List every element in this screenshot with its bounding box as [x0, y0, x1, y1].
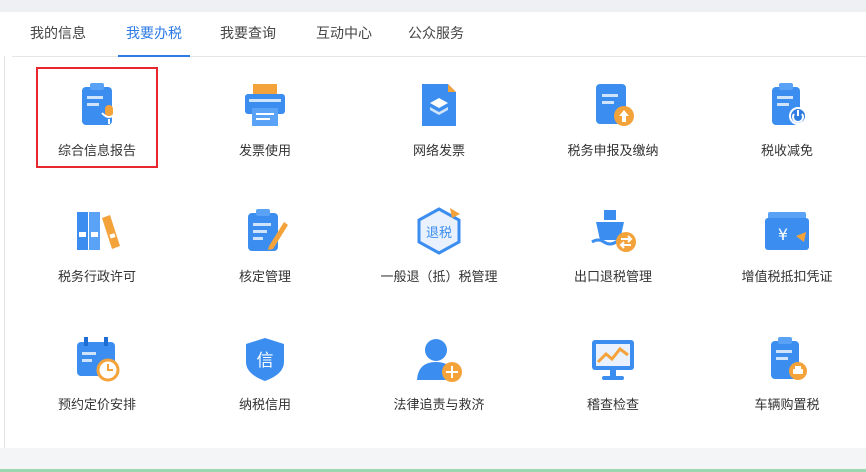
service-administrative-license[interactable]: 税务行政许可: [22, 188, 172, 298]
service-label: 法律追责与救济: [393, 398, 485, 413]
service-label: 增值税抵扣凭证: [741, 270, 833, 285]
service-label: 核定管理: [238, 270, 291, 285]
service-invoice-use[interactable]: 发票使用: [190, 62, 340, 172]
service-label: 发票使用: [238, 144, 291, 159]
tab-tax-handling[interactable]: 我要办税: [118, 12, 190, 57]
service-grid: 综合信息报告 发票使用 网络发票 税务申报及缴纳 税收减免 税务行政许可 核定管…: [0, 56, 866, 448]
service-legal-remedy[interactable]: 法律追责与救济: [364, 316, 514, 426]
yuan-cards-icon: ¥: [762, 206, 812, 256]
monitor-chart-icon: [588, 334, 638, 384]
service-verification-management[interactable]: 核定管理: [190, 188, 340, 298]
calendar-clock-icon: [72, 334, 122, 384]
service-online-invoice[interactable]: 网络发票: [364, 62, 514, 172]
tab-public-services[interactable]: 公众服务: [400, 12, 472, 56]
ship-exchange-icon: [588, 206, 638, 256]
service-label: 综合信息报告: [57, 144, 136, 159]
service-label: 车辆购置税: [754, 398, 820, 413]
service-tax-filing-payment[interactable]: 税务申报及缴纳: [538, 62, 688, 172]
service-audit-inspection[interactable]: 稽查检查: [538, 316, 688, 426]
tab-my-info[interactable]: 我的信息: [22, 12, 94, 56]
service-label: 税务申报及缴纳: [567, 144, 659, 159]
binders-icon: [72, 206, 122, 256]
service-label: 网络发票: [412, 144, 465, 159]
main-tabs: 我的信息 我要办税 我要查询 互动中心 公众服务: [12, 12, 866, 57]
service-label: 稽查检查: [586, 398, 639, 413]
lawyer-scale-icon: [414, 334, 464, 384]
credit-text: 信: [257, 351, 274, 371]
service-tax-reduction[interactable]: 税收减免: [712, 62, 862, 172]
refund-shield-icon: 退税: [414, 206, 464, 256]
service-general-refund[interactable]: 退税 一般退（抵）税管理: [364, 188, 514, 298]
refund-text: 退税: [426, 226, 452, 241]
service-label: 纳税信用: [238, 398, 291, 413]
service-label: 税收减免: [760, 144, 813, 159]
service-export-refund[interactable]: 出口退税管理: [538, 188, 688, 298]
top-strip: [0, 0, 866, 12]
layers-document-icon: [414, 80, 464, 130]
yuan-text: ¥: [778, 225, 788, 244]
clipboard-power-icon: [762, 80, 812, 130]
service-vat-deduction-voucher[interactable]: ¥ 增值税抵扣凭证: [712, 188, 862, 298]
credit-shield-icon: 信: [240, 334, 290, 384]
service-comprehensive-report[interactable]: 综合信息报告: [22, 62, 172, 172]
bottom-band: [0, 448, 866, 472]
printer-icon: [240, 80, 290, 130]
service-label: 预约定价安排: [57, 398, 136, 413]
clipboard-car-icon: [762, 334, 812, 384]
service-advance-pricing[interactable]: 预约定价安排: [22, 316, 172, 426]
service-label: 一般退（抵）税管理: [380, 270, 498, 285]
clipboard-pencil-icon: [240, 206, 290, 256]
service-label: 出口退税管理: [573, 270, 652, 285]
service-label: 税务行政许可: [57, 270, 136, 285]
tab-interaction-center[interactable]: 互动中心: [308, 12, 380, 56]
document-upload-icon: [588, 80, 638, 130]
clipboard-mic-icon: [72, 80, 122, 130]
service-vehicle-purchase-tax[interactable]: 车辆购置税: [712, 316, 862, 426]
service-tax-credit[interactable]: 信 纳税信用: [190, 316, 340, 426]
tab-query[interactable]: 我要查询: [212, 12, 284, 56]
